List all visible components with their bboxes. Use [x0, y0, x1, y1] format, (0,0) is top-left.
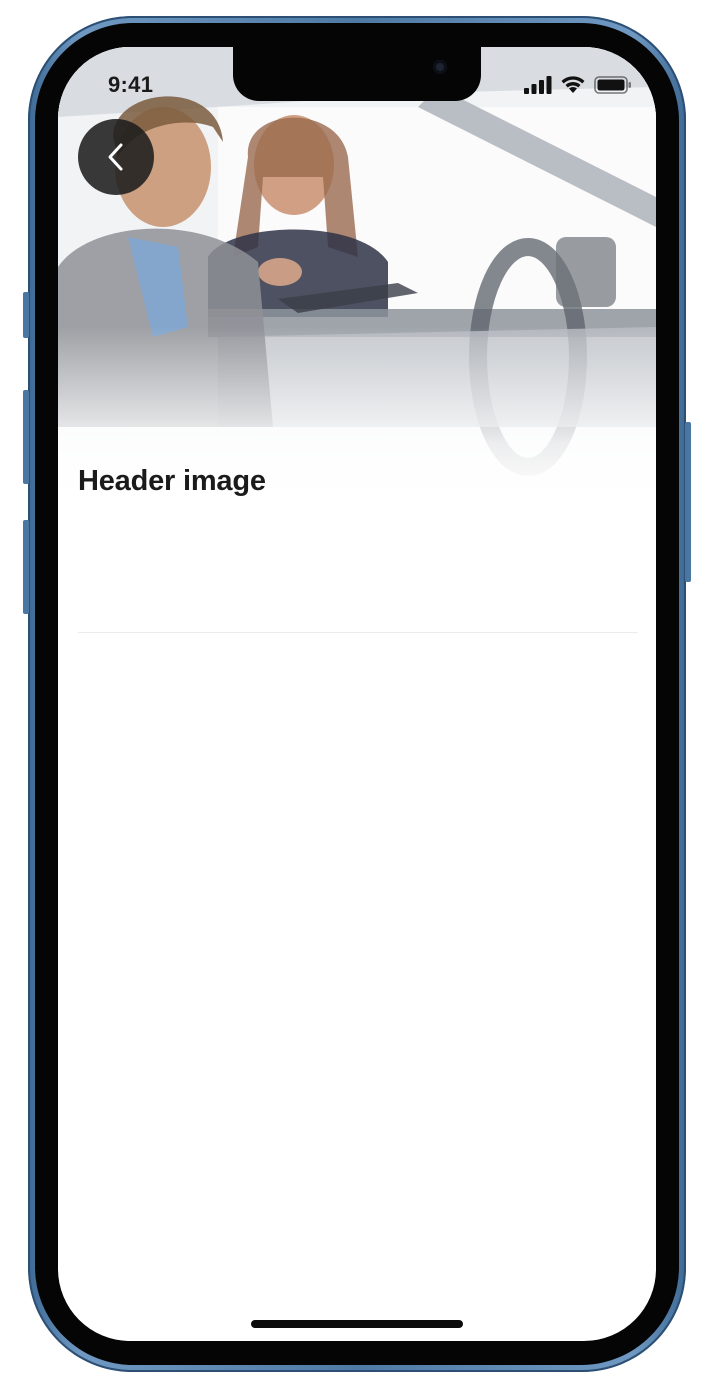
header-photo	[58, 47, 656, 497]
status-time: 9:41	[108, 72, 154, 97]
volume-down-button	[23, 520, 29, 614]
notch	[233, 47, 481, 101]
page-title: Header image	[78, 465, 266, 497]
cellular-signal-icon	[524, 75, 552, 94]
mute-switch	[23, 292, 29, 338]
chevron-left-icon	[108, 143, 123, 171]
battery-icon	[594, 75, 631, 94]
home-indicator[interactable]	[251, 1320, 463, 1328]
app-screen: 9:41 Header image	[58, 47, 656, 1341]
front-camera	[433, 60, 447, 74]
divider	[78, 632, 638, 633]
back-button[interactable]	[78, 119, 154, 195]
power-button	[685, 422, 691, 582]
volume-up-button	[23, 390, 29, 484]
status-icons	[524, 75, 632, 94]
device-mockup: 9:41 Header image	[0, 0, 708, 1386]
header-photo-illustration	[58, 47, 656, 497]
wifi-icon	[561, 76, 585, 93]
